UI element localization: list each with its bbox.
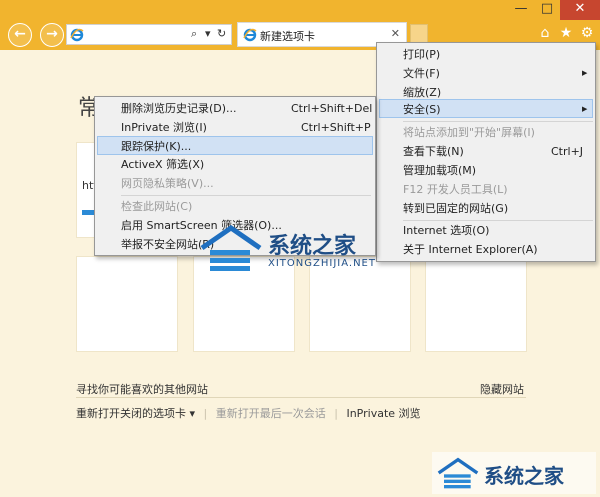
menu-item-check-site[interactable]: 检查此网站(C) (95, 197, 375, 216)
menu-item-label: 检查此网站(C) (121, 200, 193, 213)
tools-menu: 打印(P) 文件(F) ▶ 缩放(Z) 安全(S) ▶ 将站点添加到"开始"屏幕… (376, 42, 596, 262)
menu-item-shortcut: Ctrl+Shift+P (301, 121, 371, 134)
menu-item-label: 网页隐私策略(V)... (121, 177, 214, 190)
menu-item-label: 删除浏览历史记录(D)... (121, 102, 237, 115)
address-dropdown-icon[interactable]: ▾ (205, 27, 211, 40)
menu-item-pin-to-start[interactable]: 将站点添加到"开始"屏幕(I) (377, 123, 595, 142)
menu-item-delete-history[interactable]: 删除浏览历史记录(D)... Ctrl+Shift+Del (95, 99, 375, 118)
reopen-last-session-link[interactable]: 重新打开最后一次会话 (216, 405, 326, 421)
menu-item-inprivate[interactable]: InPrivate 浏览(I) Ctrl+Shift+P (95, 118, 375, 137)
menu-item-about-ie[interactable]: 关于 Internet Explorer(A) (377, 240, 595, 259)
divider (76, 397, 526, 398)
menu-item-safety[interactable]: 安全(S) ▶ (379, 99, 593, 118)
menu-item-file[interactable]: 文件(F) ▶ (377, 64, 595, 83)
site-tile[interactable] (76, 256, 178, 352)
menu-item-shortcut: Ctrl+Shift+Del (291, 102, 373, 115)
menu-item-label: 查看下载(N) (403, 145, 464, 158)
menu-item-label: ActiveX 筛选(X) (121, 158, 205, 171)
close-window-button[interactable]: ✕ (560, 0, 600, 20)
favorites-star-icon[interactable]: ★ (557, 24, 575, 42)
menu-item-privacy-policy[interactable]: 网页隐私策略(V)... (95, 174, 375, 193)
tools-gear-icon[interactable]: ⚙ (578, 24, 596, 42)
separator: | (334, 407, 338, 420)
house-logo-icon (200, 224, 262, 271)
menu-item-label: 关于 Internet Explorer(A) (403, 243, 538, 256)
watermark-brand: 系统之家 (484, 464, 564, 488)
menu-item-print[interactable]: 打印(P) (377, 45, 595, 64)
bottom-links: 重新打开关闭的选项卡 ▾ | 重新打开最后一次会话 | InPrivate 浏览 (76, 405, 421, 421)
watermark-domain: XITONGZHIJIA.NET (268, 258, 376, 269)
ie-logo-icon (243, 28, 257, 42)
menu-item-shortcut: Ctrl+J (551, 145, 584, 158)
tab-label: 新建选项卡 (260, 30, 315, 43)
menu-item-f12-tools[interactable]: F12 开发人员工具(L) (377, 180, 595, 199)
menu-item-tracking-protection[interactable]: 跟踪保护(K)... (97, 136, 373, 155)
inprivate-browsing-link[interactable]: InPrivate 浏览 (346, 405, 420, 421)
menu-item-label: 文件(F) (403, 67, 440, 80)
back-button[interactable]: ← (8, 23, 32, 47)
menu-item-activex-filtering[interactable]: ActiveX 筛选(X) (95, 155, 375, 174)
menu-item-label: 安全(S) (403, 103, 441, 116)
house-logo-icon (437, 457, 479, 489)
menu-item-internet-options[interactable]: Internet 选项(O) (377, 221, 595, 240)
menu-separator (403, 121, 593, 122)
watermark-brand: 系统之家 (268, 234, 357, 259)
menu-item-label: F12 开发人员工具(L) (403, 183, 508, 196)
find-sites-link[interactable]: 寻找你可能喜欢的其他网站 (76, 381, 208, 397)
address-bar[interactable]: ⌕ ▾ ↻ (66, 24, 232, 45)
ie-logo-icon (70, 28, 84, 42)
separator: | (203, 407, 208, 420)
reopen-closed-tabs-link[interactable]: 重新打开关闭的选项卡 ▾ (76, 405, 195, 421)
corner-watermark: 系统之家 (432, 452, 596, 494)
close-tab-icon[interactable]: ✕ (391, 27, 400, 40)
hide-sites-link[interactable]: 隐藏网站 (480, 381, 524, 397)
menu-item-pinned-sites[interactable]: 转到已固定的网站(G) (377, 199, 595, 218)
maximize-button[interactable]: □ (534, 0, 560, 20)
minimize-button[interactable]: — (508, 0, 534, 20)
menu-item-label: 打印(P) (403, 48, 441, 61)
menu-item-view-downloads[interactable]: 查看下载(N) Ctrl+J (377, 142, 595, 161)
tile-activity-bar (82, 210, 94, 215)
menu-item-label: Internet 选项(O) (403, 224, 490, 237)
menu-item-label: InPrivate 浏览(I) (121, 121, 207, 134)
refresh-icon[interactable]: ↻ (217, 27, 226, 40)
menu-item-label: 管理加载项(M) (403, 164, 477, 177)
menu-separator (121, 195, 371, 196)
search-icon[interactable]: ⌕ (191, 27, 197, 41)
site-watermark: 系统之家 XITONGZHIJIA.NET (198, 222, 398, 278)
site-tile[interactable] (425, 256, 527, 352)
menu-item-label: 跟踪保护(K)... (121, 140, 192, 153)
submenu-arrow-icon: ▶ (582, 69, 588, 77)
menu-item-label: 转到已固定的网站(G) (403, 202, 509, 215)
forward-button[interactable]: → (40, 23, 64, 47)
menu-item-label: 将站点添加到"开始"屏幕(I) (403, 126, 535, 139)
home-icon[interactable]: ⌂ (536, 24, 554, 42)
menu-item-manage-addons[interactable]: 管理加载项(M) (377, 161, 595, 180)
title-bar: — □ ✕ (0, 0, 600, 20)
submenu-arrow-icon: ▶ (582, 105, 588, 113)
